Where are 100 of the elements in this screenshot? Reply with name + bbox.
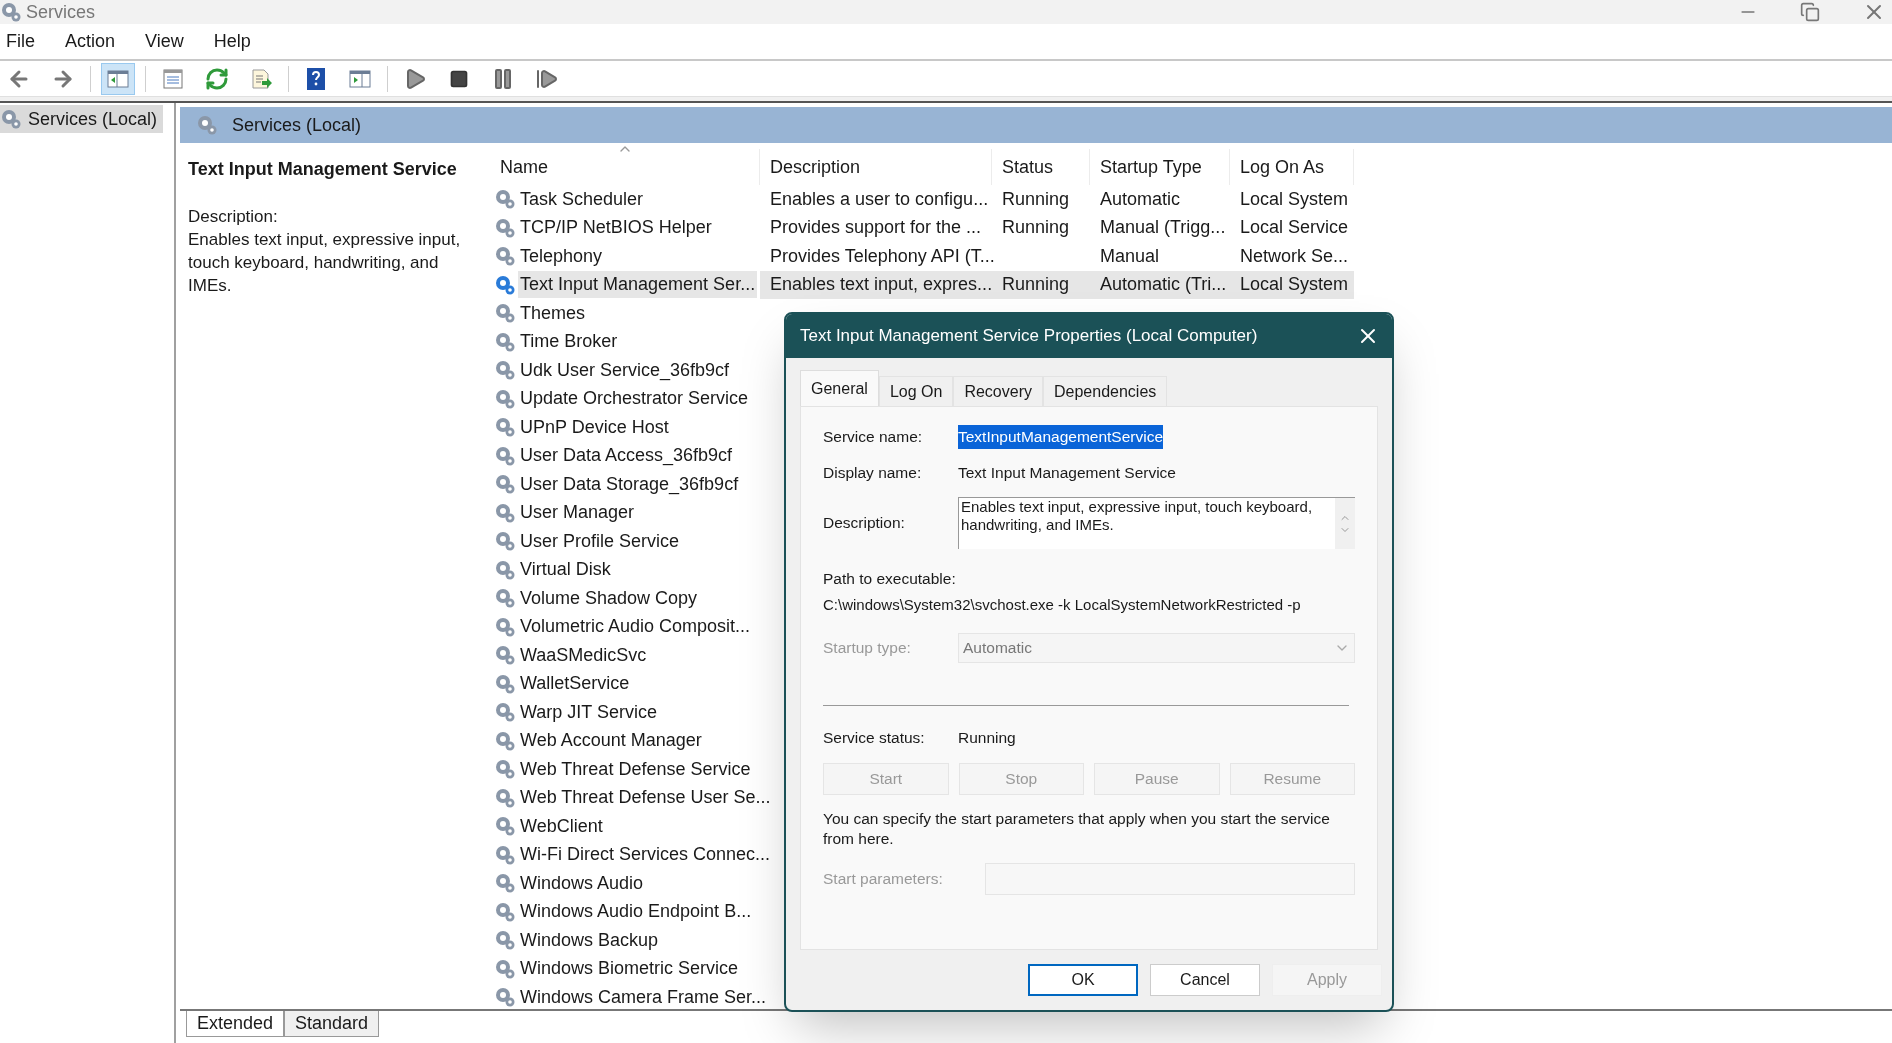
service-name[interactable]: Windows Camera Frame Ser... [518, 983, 769, 1009]
table-cell: Provides support for the ... [770, 217, 982, 238]
service-name[interactable]: WaaSMedicSvc [518, 641, 649, 669]
menu-item[interactable]: Help [211, 28, 253, 55]
field-label: Start parameters: [823, 869, 944, 890]
table-cell: Running [1002, 217, 1070, 238]
dialog-button[interactable]: Cancel [1150, 964, 1260, 996]
service-name[interactable]: WalletService [518, 670, 632, 698]
column-header[interactable]: Status [992, 149, 1090, 185]
stop-icon [449, 68, 469, 89]
gear-icon [494, 786, 516, 809]
view-tab[interactable]: Standard [284, 1011, 380, 1037]
toolbar-tree-button[interactable] [101, 62, 135, 95]
gear-icon [494, 416, 516, 439]
dialog-title: Text Input Management Service Properties (Local Computer) [800, 325, 1258, 348]
service-name[interactable]: User Data Access_36fb9cf [518, 442, 735, 470]
service-name[interactable]: Web Threat Defense User Se... [518, 784, 773, 812]
gear-icon [494, 501, 516, 524]
service-name-value[interactable]: TextInputManagementService [958, 425, 1164, 449]
table-cell: Enables text input, expres... [770, 274, 993, 295]
field-label: Display name: [823, 463, 923, 484]
help-icon [304, 66, 328, 91]
gear-icon [494, 216, 516, 239]
menu-item[interactable]: File [4, 28, 37, 55]
service-name[interactable]: Web Threat Defense Service [518, 755, 753, 783]
service-name[interactable]: Windows Biometric Service [518, 955, 741, 983]
gear-icon [494, 929, 516, 952]
dialog-tab[interactable]: Recovery [953, 376, 1043, 406]
column-header[interactable]: Name [490, 149, 760, 185]
column-header[interactable]: Startup Type [1090, 149, 1230, 185]
dialog-button[interactable]: OK [1028, 964, 1138, 996]
refresh-icon [205, 66, 229, 91]
gear-icon [494, 701, 516, 724]
service-name[interactable]: Windows Backup [518, 926, 661, 954]
service-name[interactable]: Task Scheduler [518, 185, 646, 213]
table-cell: Running [1002, 188, 1070, 209]
column-header[interactable]: Log On As [1230, 149, 1354, 185]
service-name[interactable]: Udk User Service_36fb9cf [518, 356, 732, 384]
service-name[interactable]: Themes [518, 299, 588, 327]
service-name[interactable]: Update Orchestrator Service [518, 385, 751, 413]
service-name[interactable]: User Profile Service [518, 527, 682, 555]
gear-icon [494, 843, 516, 866]
service-name[interactable]: Warp JIT Service [518, 698, 660, 726]
pane-title: Services (Local) [232, 113, 362, 137]
table-cell: Manual (Trigg... [1100, 217, 1226, 238]
service-name[interactable]: Wi-Fi Direct Services Connec... [518, 841, 773, 869]
gear-icon [494, 245, 516, 268]
dialog-tab[interactable]: Log On [878, 376, 954, 406]
menu-item[interactable]: View [143, 28, 186, 55]
field-label: Description: [823, 513, 906, 533]
service-name[interactable]: TCP/IP NetBIOS Helper [518, 214, 714, 242]
gear-icon [494, 758, 516, 781]
table-cell: Provides Telephony API (T... [770, 245, 995, 266]
service-status-value: Running [958, 727, 1016, 748]
document-icon [161, 66, 185, 91]
gear-icon [494, 729, 516, 752]
gear-icon [0, 108, 22, 130]
table-cell: Local Service [1240, 217, 1349, 238]
menu-item[interactable]: Action [63, 28, 118, 55]
service-name[interactable]: Volumetric Audio Composit... [518, 613, 753, 641]
description-label: Description: [188, 206, 279, 228]
table-cell: Network Se... [1240, 245, 1349, 266]
service-name[interactable]: User Data Storage_36fb9cf [518, 470, 741, 498]
gear-icon [196, 114, 218, 136]
view-tab[interactable]: Extended [186, 1011, 285, 1037]
field-label: Service name: [823, 427, 924, 448]
service-name[interactable]: Telephony [518, 242, 605, 270]
gear-icon [494, 558, 516, 581]
service-name[interactable]: Windows Audio Endpoint B... [518, 898, 754, 926]
app-icon [0, 1, 22, 23]
tree-item[interactable]: Services (Local) [0, 105, 164, 133]
gear-icon [494, 587, 516, 610]
table-cell: Manual [1100, 245, 1160, 266]
service-name[interactable]: Windows Audio [518, 869, 646, 897]
service-name[interactable]: UPnP Device Host [518, 413, 671, 441]
gear-icon [494, 359, 516, 382]
restore-icon[interactable] [1800, 2, 1820, 22]
column-header[interactable]: Description [760, 149, 992, 185]
gear-icon [494, 273, 516, 296]
gear-icon [494, 957, 516, 980]
dialog-tab[interactable]: Dependencies [1043, 376, 1168, 406]
service-name[interactable]: Web Account Manager [518, 727, 704, 755]
gear-icon [494, 872, 516, 895]
gear-icon [494, 330, 516, 353]
gear-icon [494, 444, 516, 467]
service-name[interactable]: WebClient [518, 812, 605, 840]
service-name[interactable]: Text Input Management Ser... [518, 271, 758, 299]
table-cell: Automatic [1100, 188, 1181, 209]
export-icon [249, 66, 273, 91]
table-cell: Local System [1240, 188, 1349, 209]
gear-icon [494, 615, 516, 638]
gear-icon [494, 188, 516, 211]
service-name[interactable]: Virtual Disk [518, 556, 613, 584]
service-name[interactable]: Time Broker [518, 328, 620, 356]
gear-icon [494, 302, 516, 325]
service-name[interactable]: Volume Shadow Copy [518, 584, 700, 612]
gear-icon [494, 530, 516, 553]
gear-icon [494, 387, 516, 410]
service-name[interactable]: User Manager [518, 499, 637, 527]
dialog-tab[interactable]: General [800, 370, 879, 406]
